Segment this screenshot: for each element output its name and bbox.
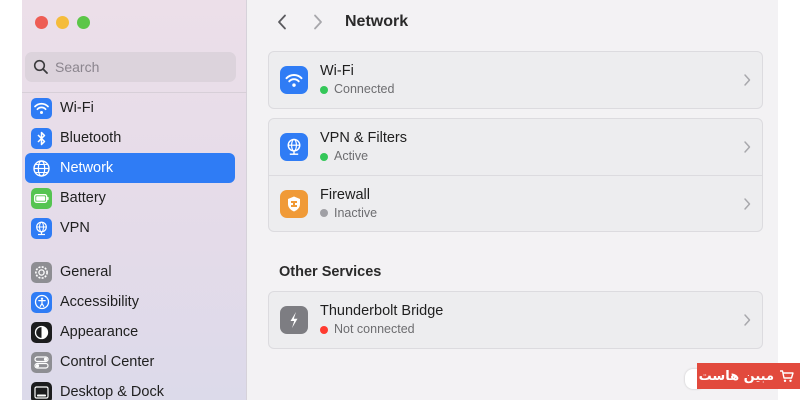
chevron-right-icon	[744, 74, 751, 86]
service-status: Not connected	[320, 321, 443, 338]
back-button[interactable]	[269, 9, 295, 35]
service-title: Wi-Fi	[320, 63, 354, 79]
other-services-card: Thunderbolt Bridge Not connected	[268, 291, 763, 349]
status-dot	[320, 209, 328, 217]
service-status: Inactive	[320, 205, 377, 222]
chevron-right-icon	[744, 314, 751, 326]
service-title: Firewall	[320, 186, 370, 203]
sidebar-item-label: Network	[60, 160, 114, 176]
service-row-thunderbolt-bridge[interactable]: Thunderbolt Bridge Not connected	[269, 292, 762, 348]
sidebar-nav: Wi-Fi Bluetooth Network Battery VPN Gene…	[25, 93, 235, 400]
bluetooth-icon	[31, 127, 52, 149]
desktop-dock-icon	[31, 381, 52, 400]
sidebar-item-network[interactable]: Network	[25, 153, 235, 183]
watermark-badge: مبین هاست	[697, 363, 800, 389]
sidebar-item-control-center[interactable]: Control Center	[25, 347, 235, 377]
window-controls	[35, 16, 90, 29]
service-title: VPN & Filters	[320, 130, 408, 146]
security-card: VPN & Filters Active Firewall Inactive	[268, 118, 763, 232]
content-pane: Network Wi-Fi Connected VPN & Filters Ac…	[247, 0, 778, 400]
vpn-globe-icon	[280, 133, 308, 161]
sidebar-item-label: General	[60, 264, 112, 280]
wifi-icon	[31, 97, 52, 119]
sidebar-item-vpn[interactable]: VPN	[25, 213, 235, 243]
sidebar-item-label: Bluetooth	[60, 130, 122, 146]
page-title: Network	[345, 13, 409, 30]
status-dot	[320, 85, 328, 94]
service-row-firewall[interactable]: Firewall Inactive	[269, 175, 762, 231]
network-globe-icon	[31, 158, 52, 179]
status-text: Not connected	[334, 322, 415, 336]
gear-icon	[31, 261, 52, 283]
toolbar: Network	[269, 8, 408, 36]
sidebar-item-label: Appearance	[60, 324, 139, 340]
status-dot	[320, 152, 328, 161]
sidebar-item-label: VPN	[60, 220, 90, 236]
search-icon	[33, 59, 48, 74]
chevron-right-icon	[744, 141, 751, 153]
search-field[interactable]	[25, 52, 236, 82]
sidebar-item-general[interactable]: General	[25, 257, 235, 287]
service-row-vpn-filters[interactable]: VPN & Filters Active	[269, 119, 762, 175]
sidebar-item-appearance[interactable]: Appearance	[25, 317, 235, 347]
sidebar-item-wifi[interactable]: Wi-Fi	[25, 93, 235, 123]
section-title-other-services: Other Services	[279, 264, 382, 280]
sidebar-item-label: Accessibility	[60, 294, 139, 310]
sidebar-item-desktop-dock[interactable]: Desktop & Dock	[25, 377, 235, 400]
status-text: Active	[334, 149, 369, 163]
chevron-left-icon	[278, 14, 286, 30]
zoom-button[interactable]	[77, 16, 90, 29]
sidebar-item-label: Battery	[60, 190, 106, 206]
sidebar-item-label: Control Center	[60, 354, 155, 370]
vpn-globe-icon	[31, 217, 52, 239]
wifi-icon	[280, 66, 308, 94]
search-input[interactable]	[55, 59, 225, 75]
thunderbolt-icon	[280, 306, 308, 334]
status-text: Inactive	[334, 205, 378, 220]
sidebar-item-label: Wi-Fi	[60, 100, 94, 116]
sidebar-item-label: Desktop & Dock	[60, 384, 164, 400]
sidebar-item-accessibility[interactable]: Accessibility	[25, 287, 235, 317]
service-status: Connected	[320, 81, 394, 98]
chevron-right-icon	[314, 14, 322, 30]
watermark-text: مبین هاست	[698, 368, 774, 384]
accessibility-icon	[31, 291, 52, 313]
sidebar-item-bluetooth[interactable]: Bluetooth	[25, 123, 235, 153]
status-dot	[320, 325, 328, 334]
control-center-icon	[31, 351, 52, 373]
sidebar-item-battery[interactable]: Battery	[25, 183, 235, 213]
close-button[interactable]	[35, 16, 48, 29]
minimize-button[interactable]	[56, 16, 69, 29]
appearance-icon	[31, 321, 52, 343]
forward-button[interactable]	[305, 9, 331, 35]
settings-window: Wi-Fi Bluetooth Network Battery	[22, 0, 778, 400]
battery-icon	[31, 187, 52, 209]
cart-icon	[780, 370, 794, 382]
status-text: Connected	[334, 82, 395, 96]
sidebar-section-gap	[25, 243, 235, 257]
service-status: Active	[320, 148, 407, 165]
chevron-right-icon	[744, 198, 751, 210]
service-title: Thunderbolt Bridge	[320, 303, 444, 319]
sidebar: Wi-Fi Bluetooth Network Battery	[22, 0, 247, 400]
service-row-wifi[interactable]: Wi-Fi Connected	[269, 52, 762, 108]
firewall-shield-icon	[280, 189, 308, 218]
wifi-card: Wi-Fi Connected	[268, 51, 763, 109]
